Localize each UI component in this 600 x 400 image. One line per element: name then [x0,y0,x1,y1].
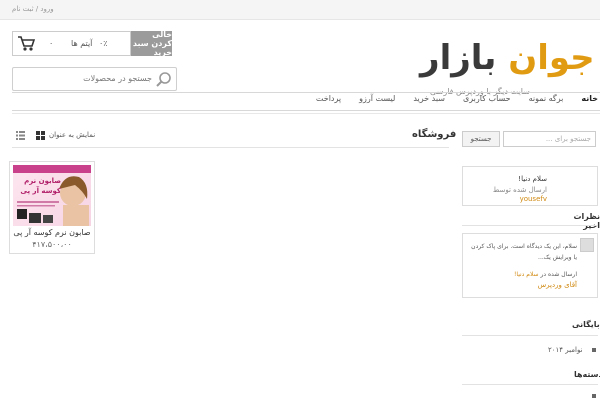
cart-items-label: آیتم ها [71,39,93,48]
recent-post-meta: ارسال شده توسط [492,186,547,194]
cart-icon [18,36,35,51]
avatar [580,238,594,252]
nav-item-account[interactable]: حساب کاربری [463,94,511,110]
nav-item-checkout[interactable]: پرداخت [316,94,341,110]
comment-meta: ارسال شده در سلام دنیا! [514,271,577,278]
nav-divider-top [12,92,600,93]
categories-divider [462,384,598,385]
nav-item-home[interactable]: خانه [581,94,598,110]
cart-price: ۰٪ [99,39,108,48]
product-image[interactable]: صابون نرم کوسه آر پی [13,165,91,226]
product-image-art [13,165,91,226]
comment-author[interactable]: آقای وردپرس [538,281,577,289]
login-register-link[interactable]: ورود / ثبت نام [12,5,54,13]
product-image-subtitle: کوسه آر پی [20,187,61,195]
shop-divider [12,147,449,148]
archives-divider [462,335,598,336]
recent-comments-divider [462,225,598,226]
main-nav: خانه برگه نمونه حساب کاربری سبد خرید لیس… [12,94,600,110]
comment-text: سلام، این یک دیدگاه است. برای پاک کردن ی… [471,243,577,261]
product-search-input[interactable]: جستجو در محصولات [83,74,152,83]
bullet-icon [592,394,596,398]
recent-comments-title: نظرات اخیر [573,212,600,230]
recent-post-box: سلام دنیا! ارسال شده توسط yousefv [462,166,598,206]
recent-post-author[interactable]: yousefv [520,195,547,203]
shop-title: فروشگاه [412,129,457,140]
cart-count: ۰ [49,39,54,48]
nav-item-sample-page[interactable]: برگه نمونه [529,94,564,110]
mini-cart[interactable]: ۰ آیتم ها ۰٪ [12,31,131,56]
product-image-title: صابون نرم [24,177,61,185]
empty-cart-button[interactable]: خالی کردن سبد خرید [131,30,172,57]
nav-item-wishlist[interactable]: لیست آرزو [359,94,395,110]
comment-post-link[interactable]: سلام دنیا! [514,271,539,278]
logo-text-part1: جوان [508,38,595,78]
product-price: ۴۱۷،۵۰۰،۰۰ [32,240,72,249]
comment-meta-prefix: ارسال شده در [540,271,577,278]
logo-text-part2: بازار [420,38,497,78]
list-view-icon[interactable] [16,131,25,140]
top-bar: ورود / ثبت نام [0,0,600,20]
bullet-icon [592,348,596,352]
view-as-label: نمایش به عنوان [49,131,96,139]
sidebar-search-button[interactable]: جستجو [462,131,500,147]
site-logo[interactable]: جوان بازار [420,38,596,78]
nav-divider-shadow [12,113,600,114]
product-name[interactable]: صابون نرم کوسه آر پی [10,228,94,237]
product-card[interactable]: صابون نرم کوسه آر پی صابون نرم کوسه آر پ… [9,161,95,254]
sidebar-search-input[interactable]: جستجو برای ... [503,131,596,147]
product-search-box[interactable]: جستجو در محصولات [12,67,177,91]
nav-divider-bottom [12,110,600,111]
grid-view-icon[interactable] [36,131,45,140]
sidebar-search-placeholder: جستجو برای ... [545,135,591,143]
archives-title: بایگانی [572,320,600,329]
categories-title: دسته‌ها [574,370,600,379]
recent-post-title[interactable]: سلام دنیا! [518,175,547,183]
search-icon[interactable] [155,71,172,88]
nav-item-cart[interactable]: سبد خرید [413,94,445,110]
comment-item: سلام، این یک دیدگاه است. برای پاک کردن ی… [462,233,598,298]
archive-item[interactable]: نوامبر ۲۰۱۴ [548,346,583,354]
